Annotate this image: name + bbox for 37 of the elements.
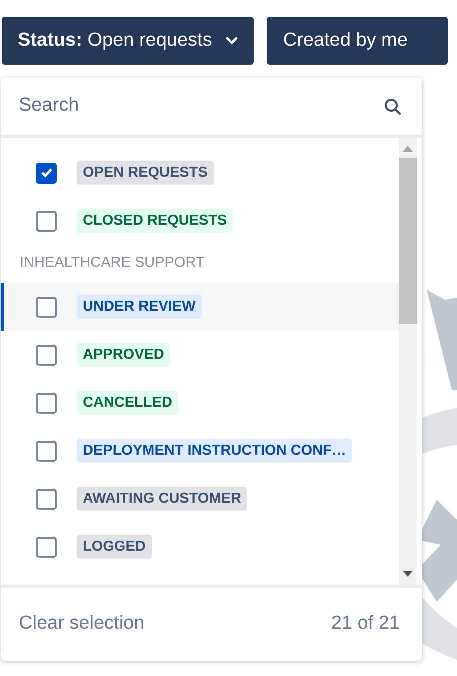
checkbox[interactable] — [36, 440, 57, 462]
search-field[interactable]: Search — [19, 92, 384, 121]
status-option[interactable]: AWAITING CUSTOMER — [1, 475, 399, 523]
checkbox[interactable] — [36, 210, 57, 232]
scroll-down-icon[interactable] — [403, 571, 413, 577]
status-lozenge: DEPLOYMENT INSTRUCTION CONF… — [77, 439, 352, 463]
status-option[interactable]: CANCELLED — [1, 379, 399, 427]
filter-button[interactable]: Status: Open requests — [2, 17, 254, 65]
status-lozenge: CANCELLED — [77, 391, 178, 415]
checkbox[interactable] — [36, 162, 57, 184]
checkbox[interactable] — [36, 392, 57, 414]
search-icon[interactable] — [384, 98, 402, 116]
checkmark-icon — [40, 168, 52, 178]
checkbox[interactable] — [36, 536, 57, 558]
status-lozenge: APPROVED — [77, 343, 170, 367]
checkbox[interactable] — [36, 488, 57, 510]
clear-selection-link[interactable]: Clear selection — [19, 610, 145, 639]
group-heading: INHEALTHCARE SUPPORT — [19, 254, 206, 274]
status-option[interactable]: DEPLOYMENT INSTRUCTION CONF… — [1, 427, 399, 475]
chevron-down-icon — [226, 37, 238, 45]
status-lozenge: LOGGED — [77, 535, 152, 559]
status-option[interactable]: APPROVED — [1, 331, 399, 379]
scrollbar-thumb[interactable] — [399, 158, 417, 324]
checkbox[interactable] — [36, 344, 57, 366]
status-option[interactable]: UNDER REVIEW — [1, 283, 399, 331]
scroll-up-icon[interactable] — [403, 146, 413, 152]
scrollbar[interactable] — [399, 138, 417, 585]
checkbox[interactable] — [36, 296, 57, 318]
filter-button[interactable]: Created by me — [267, 17, 448, 65]
status-lozenge: CLOSED REQUESTS — [77, 209, 234, 233]
status-option[interactable]: LOGGED — [1, 523, 399, 571]
status-lozenge: OPEN REQUESTS — [77, 161, 214, 185]
status-option[interactable]: CLOSED REQUESTS — [1, 197, 399, 245]
result-count: 21 of 21 — [331, 612, 400, 636]
status-lozenge: UNDER REVIEW — [77, 295, 202, 319]
status-lozenge: AWAITING CUSTOMER — [77, 487, 248, 511]
status-option[interactable]: OPEN REQUESTS — [1, 149, 399, 197]
